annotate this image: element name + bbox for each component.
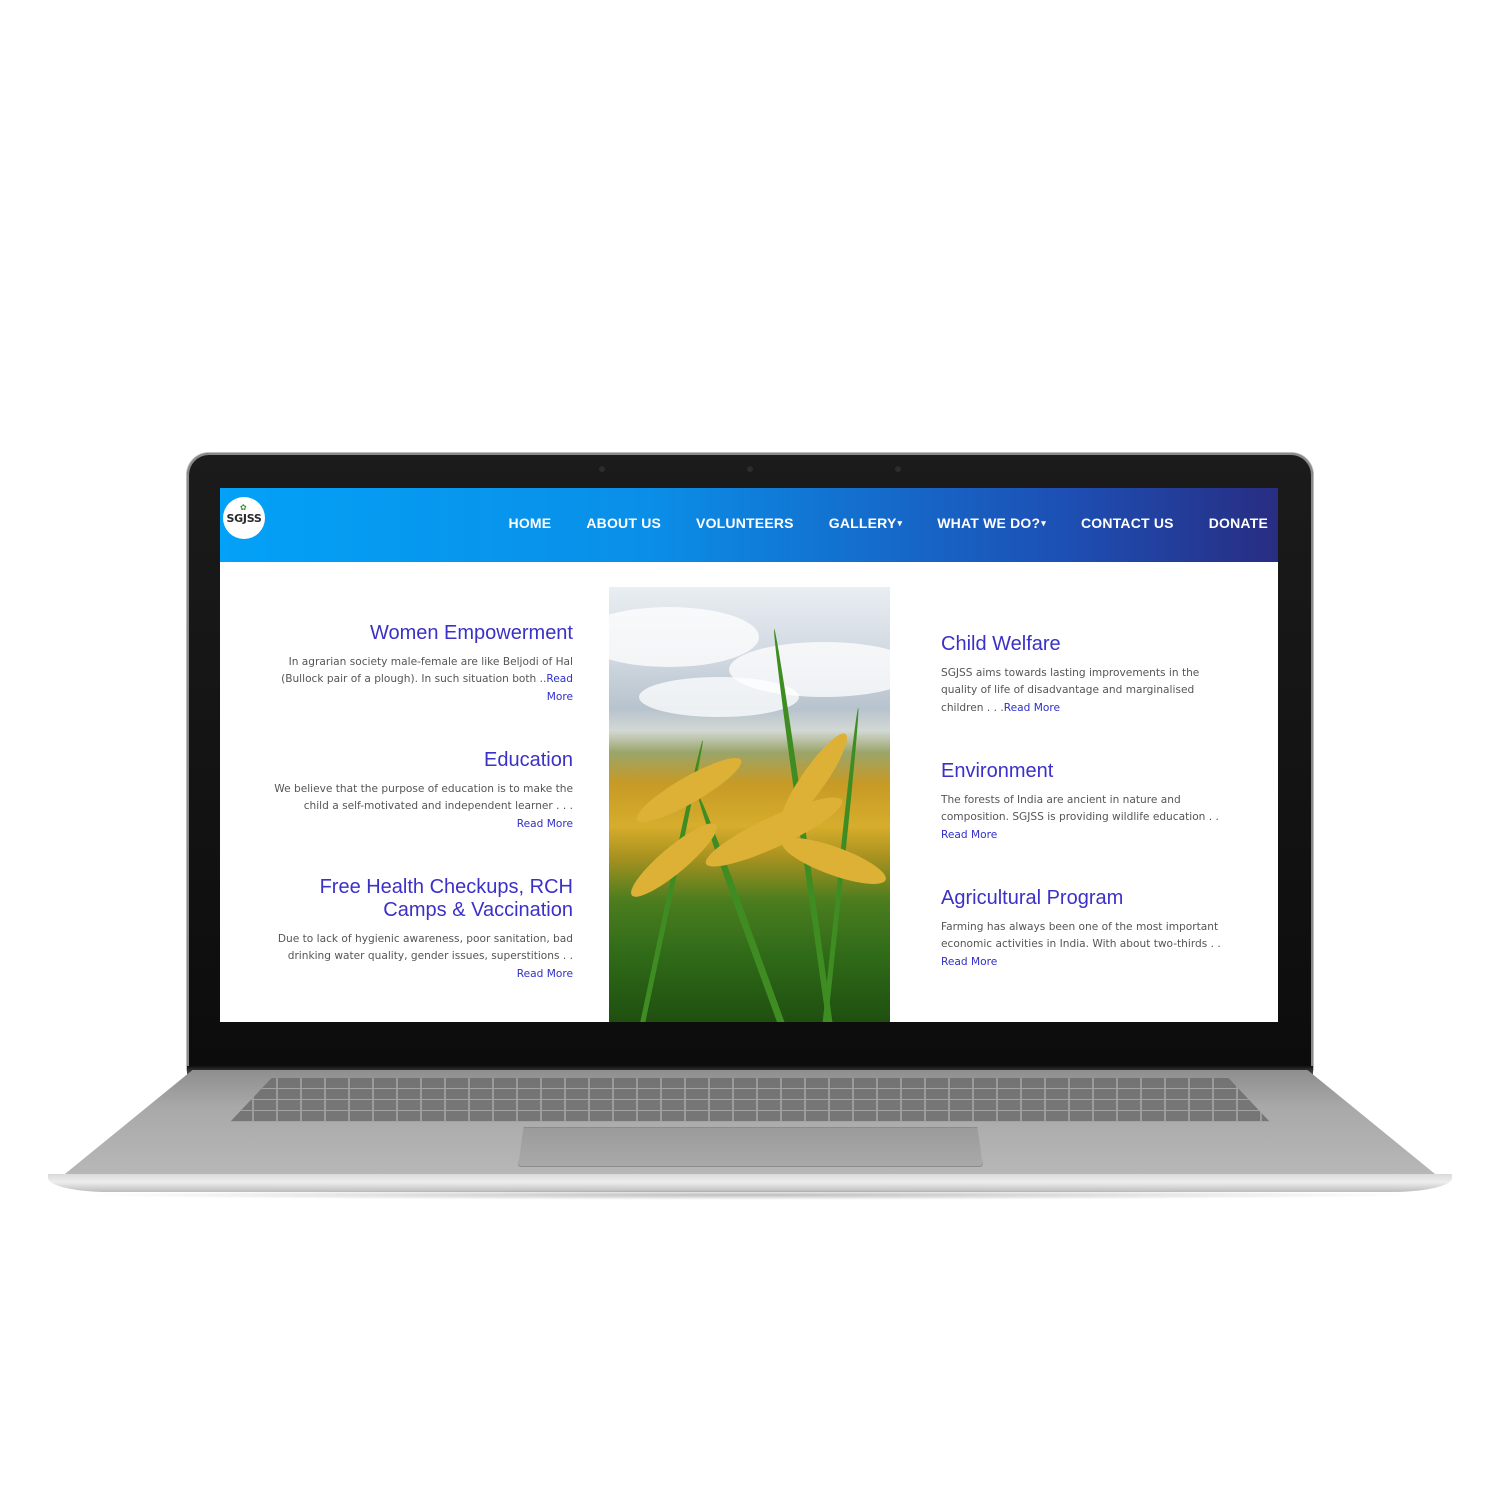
- program-summary: Farming has always been one of the most …: [941, 919, 1231, 971]
- summary-text: Farming has always been one of the most …: [941, 921, 1221, 951]
- nav-home[interactable]: HOME: [509, 515, 552, 531]
- summary-text: The forests of India are ancient in natu…: [941, 794, 1219, 824]
- program-agricultural: Agricultural Program Farming has always …: [941, 887, 1231, 971]
- nav-label: ABOUT US: [586, 515, 662, 531]
- nav-about-us[interactable]: ABOUT US: [586, 515, 661, 531]
- program-summary: Due to lack of hygienic awareness, poor …: [270, 931, 573, 983]
- nav-label: WHAT WE DO?: [937, 515, 1041, 531]
- main-nav: HOME ABOUT US VOLUNTEERS GALLERY▾ WHAT W…: [474, 515, 1268, 531]
- nav-label: DONATE: [1208, 515, 1268, 531]
- nav-donate[interactable]: DONATE: [1209, 515, 1268, 531]
- program-summary: We believe that the purpose of education…: [270, 781, 573, 833]
- program-title[interactable]: Education: [270, 749, 573, 772]
- read-more-link[interactable]: Read More: [546, 673, 573, 702]
- program-title[interactable]: Agricultural Program: [941, 887, 1231, 910]
- caret-down-icon: ▾: [897, 518, 903, 528]
- program-summary: SGJSS aims towards lasting improvements …: [941, 665, 1231, 717]
- program-title[interactable]: Child Welfare: [941, 633, 1231, 656]
- read-more-link[interactable]: Read More: [517, 968, 573, 980]
- read-more-link[interactable]: Read More: [941, 956, 997, 968]
- program-title[interactable]: Women Empowerment: [270, 622, 573, 645]
- webcam-icon: [747, 466, 753, 472]
- site-logo[interactable]: ✿ SGJSS: [223, 497, 265, 539]
- program-education: Education We believe that the purpose of…: [270, 749, 573, 833]
- read-more-link[interactable]: Read More: [941, 829, 997, 841]
- summary-text: Due to lack of hygienic awareness, poor …: [277, 933, 573, 963]
- read-more-link[interactable]: Read More: [517, 818, 573, 830]
- laptop-shadow: [70, 1190, 1430, 1200]
- program-health-checkups: Free Health Checkups, RCH Camps & Vaccin…: [270, 876, 573, 983]
- sensor-dot: [599, 466, 605, 472]
- program-title[interactable]: Environment: [941, 760, 1231, 783]
- nav-contact-us[interactable]: CONTACT US: [1081, 515, 1174, 531]
- nav-label: GALLERY: [828, 515, 897, 531]
- program-title[interactable]: Free Health Checkups, RCH Camps & Vaccin…: [270, 876, 573, 922]
- program-summary: The forests of India are ancient in natu…: [941, 792, 1231, 844]
- keyboard-rows: [230, 1078, 1270, 1122]
- navbar: ✿ SGJSS HOME ABOUT US VOLUNTEERS GALLERY…: [220, 488, 1278, 562]
- read-more-link[interactable]: Read More: [1004, 702, 1060, 714]
- nav-label: CONTACT US: [1080, 515, 1174, 531]
- nav-volunteers[interactable]: VOLUNTEERS: [696, 515, 794, 531]
- program-child-welfare: Child Welfare SGJSS aims towards lasting…: [941, 633, 1231, 717]
- nav-label: HOME: [508, 515, 552, 531]
- summary-text: In agrarian society male-female are like…: [281, 656, 573, 686]
- logo-text: SGJSS: [226, 511, 262, 525]
- program-summary: In agrarian society male-female are like…: [270, 654, 573, 706]
- trackpad: [518, 1127, 983, 1167]
- caret-down-icon: ▾: [1041, 518, 1046, 528]
- nav-label: VOLUNTEERS: [696, 515, 794, 531]
- sensor-dot: [895, 466, 901, 472]
- rice-field-photo: [609, 587, 890, 1022]
- program-women-empowerment: Women Empowerment In agrarian society ma…: [270, 622, 573, 706]
- nav-gallery[interactable]: GALLERY▾: [829, 515, 903, 531]
- program-environment: Environment The forests of India are anc…: [941, 760, 1231, 844]
- nav-what-we-do[interactable]: WHAT WE DO?▾: [937, 515, 1046, 531]
- summary-text: SGJSS aims towards lasting improvements …: [941, 667, 1200, 714]
- summary-text: We believe that the purpose of education…: [274, 783, 573, 813]
- leaf-icon: ✿: [240, 503, 247, 512]
- website-screen: ✿ SGJSS HOME ABOUT US VOLUNTEERS GALLERY…: [220, 488, 1278, 1022]
